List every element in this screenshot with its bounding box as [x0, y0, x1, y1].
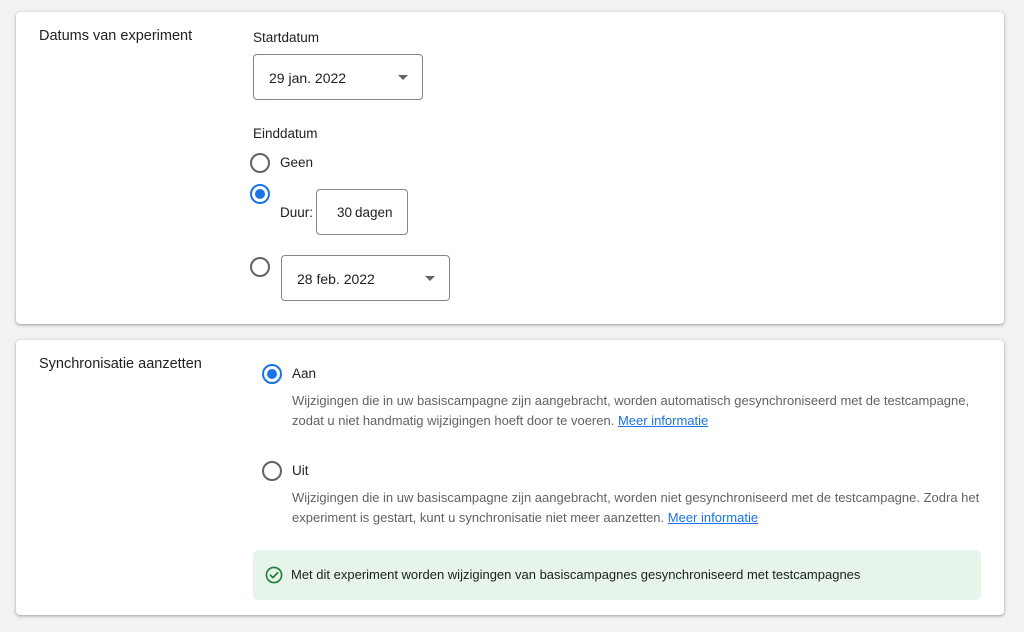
start-date-label: Startdatum — [253, 30, 320, 45]
sync-off-label: Uit — [292, 463, 309, 478]
start-date-dropdown[interactable]: 29 jan. 2022 — [253, 54, 423, 100]
sync-on-more-info-link[interactable]: Meer informatie — [618, 413, 708, 428]
duration-unit: dagen — [355, 205, 393, 220]
end-option-date-radio[interactable] — [250, 257, 270, 277]
sync-off-description: Wijzigingen die in uw basiscampagne zijn… — [292, 488, 982, 527]
duration-label: Duur: — [280, 205, 314, 220]
chevron-down-icon — [398, 75, 408, 80]
end-option-duration-radio[interactable] — [250, 184, 270, 204]
sync-off-radio[interactable] — [262, 461, 282, 481]
start-date-value: 29 jan. 2022 — [269, 70, 347, 86]
end-date-label: Einddatum — [253, 126, 318, 141]
sync-card: Synchronisatie aanzetten Aan Wijzigingen… — [16, 340, 1004, 615]
chevron-down-icon — [425, 276, 435, 281]
sync-off-more-info-link[interactable]: Meer informatie — [668, 510, 758, 525]
sync-on-radio[interactable] — [262, 364, 282, 384]
check-circle-icon — [265, 566, 283, 584]
experiment-dates-card: Datums van experiment Startdatum 29 jan.… — [16, 12, 1004, 324]
duration-input[interactable]: 30 dagen — [316, 189, 408, 235]
sync-notice: Met dit experiment worden wijzigingen va… — [253, 550, 981, 600]
sync-off-description-text: Wijzigingen die in uw basiscampagne zijn… — [292, 490, 980, 525]
end-option-none-radio[interactable] — [250, 153, 270, 173]
section-title-experiment-dates: Datums van experiment — [39, 28, 193, 44]
end-option-none-label: Geen — [280, 155, 314, 170]
sync-on-label: Aan — [292, 366, 317, 381]
section-title-sync: Synchronisatie aanzetten — [39, 356, 202, 372]
duration-value: 30 — [337, 205, 353, 220]
end-date-value: 28 feb. 2022 — [297, 271, 375, 287]
end-date-dropdown[interactable]: 28 feb. 2022 — [281, 255, 450, 301]
sync-on-description: Wijzigingen die in uw basiscampagne zijn… — [292, 391, 982, 430]
sync-notice-text: Met dit experiment worden wijzigingen va… — [291, 567, 861, 582]
